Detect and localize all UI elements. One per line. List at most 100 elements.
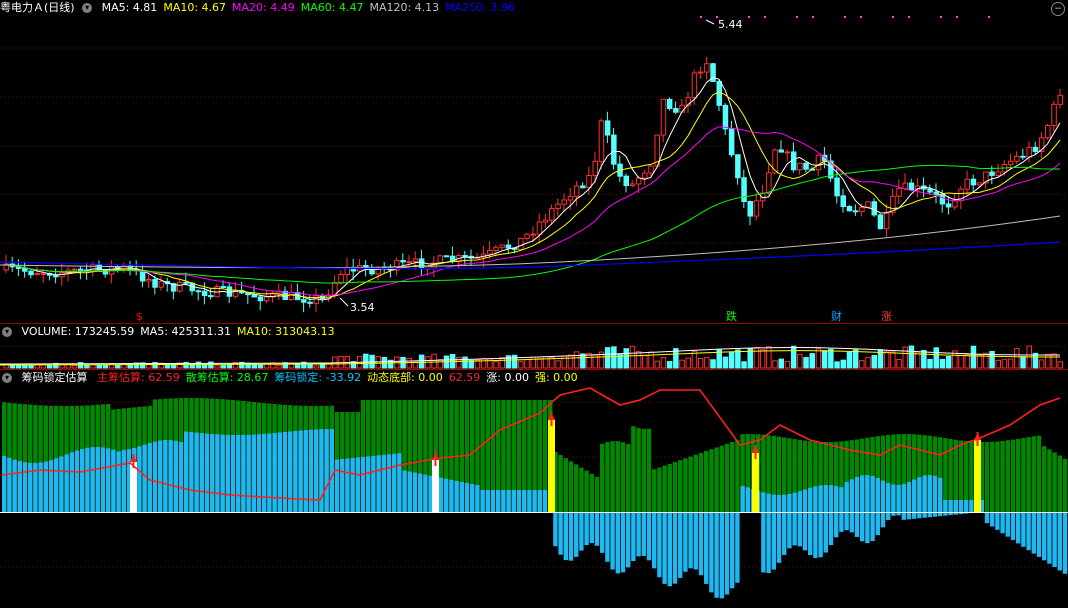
indicator-negative-bar bbox=[688, 513, 693, 569]
indicator-blue-bar bbox=[745, 487, 750, 512]
candle-body bbox=[561, 199, 567, 205]
volume-header: ▾ VOLUME: 173245.59 MA5: 425311.31 MA10: 3… bbox=[0, 324, 347, 340]
indicator-blue-bar bbox=[511, 490, 516, 512]
indicator-blue-bar bbox=[85, 447, 90, 512]
candle-body bbox=[226, 286, 233, 297]
indicator-settings-icon[interactable]: ▾ bbox=[2, 373, 12, 383]
candle-body bbox=[263, 296, 270, 302]
candle-body bbox=[1051, 103, 1057, 126]
indicator-blue-bar bbox=[948, 500, 953, 512]
volume-bar bbox=[697, 357, 704, 369]
indicator-blue-bar bbox=[459, 481, 464, 512]
volume-bar bbox=[679, 359, 685, 369]
candle-body bbox=[592, 160, 598, 177]
top-marker-dot bbox=[892, 16, 894, 18]
volume-bar bbox=[1057, 361, 1063, 369]
volume-bar bbox=[945, 355, 952, 369]
volume-bar bbox=[660, 356, 667, 369]
volume-bar bbox=[611, 346, 617, 369]
volume-bar bbox=[201, 364, 208, 369]
ma250-line bbox=[0, 241, 1061, 270]
candle-body bbox=[995, 171, 1001, 176]
indicator-blue-bar bbox=[371, 455, 376, 512]
indicator-green-bar bbox=[724, 443, 730, 512]
volume-bar bbox=[22, 364, 28, 369]
volume-bar bbox=[902, 346, 908, 369]
indicator-blue-bar bbox=[173, 440, 178, 512]
volume-bar bbox=[883, 350, 890, 369]
indicator-negative-bar bbox=[787, 513, 792, 549]
volume-bar bbox=[666, 361, 673, 369]
indicator-negative-bar bbox=[636, 513, 641, 557]
candle-body bbox=[549, 208, 555, 221]
indicator-green-bar bbox=[714, 447, 719, 512]
candle-body bbox=[499, 244, 505, 248]
candle-body bbox=[257, 296, 264, 302]
candle-body bbox=[852, 210, 859, 213]
volume-bar bbox=[499, 356, 505, 369]
indicator-blue-bar bbox=[844, 481, 849, 512]
indicator-blue-bar bbox=[386, 454, 392, 512]
volume-bar bbox=[871, 355, 877, 369]
volume-bar bbox=[828, 348, 834, 369]
indicator-legend-item-2: 筹码锁定: -33.92 bbox=[274, 371, 362, 384]
indicator-negative-bar bbox=[797, 513, 802, 547]
candle-body bbox=[970, 178, 977, 186]
candle-body bbox=[1026, 146, 1032, 158]
indicator-negative-bar bbox=[594, 513, 600, 546]
indicator-blue-bar bbox=[199, 433, 204, 512]
volume-bar bbox=[691, 350, 698, 369]
indicator-negative-bar bbox=[1042, 513, 1047, 561]
candle-body bbox=[301, 299, 307, 303]
indicator-legend: 主筹估算: 62.59 散筹估算: 28.67 筹码锁定: -33.92 动态底部: … bbox=[97, 371, 584, 384]
indicator-blue-bar bbox=[251, 434, 256, 512]
indicator-green-bar bbox=[605, 442, 610, 512]
indicator-green-bar bbox=[1010, 439, 1016, 512]
candle-body bbox=[883, 211, 890, 230]
indicator-negative-bar bbox=[813, 513, 818, 559]
indicator-blue-bar bbox=[7, 457, 12, 512]
indicator-negative-bar bbox=[1000, 513, 1005, 534]
volume-bar bbox=[772, 360, 778, 369]
volume-bar bbox=[257, 364, 264, 369]
indicator-blue-bar bbox=[121, 449, 126, 512]
candle-body bbox=[735, 154, 741, 179]
indicator-blue-bar bbox=[407, 471, 412, 512]
chart-stage[interactable]: 粤电力Ａ(日线) ▾ MA5: 4.81 MA10: 4.67 MA20: 4.49… bbox=[0, 0, 1068, 608]
volume-bar bbox=[437, 359, 443, 369]
indicator-blue-bar bbox=[496, 490, 501, 512]
indicator-negative-bar bbox=[1031, 513, 1036, 554]
top-marker-dot bbox=[748, 16, 750, 18]
volume-settings-icon[interactable]: ▾ bbox=[2, 327, 12, 337]
volume-bar bbox=[71, 365, 78, 369]
volume-bar bbox=[28, 365, 34, 369]
indicator-negative-bar bbox=[698, 513, 704, 576]
low-pointer bbox=[339, 297, 349, 307]
volume-bar bbox=[896, 358, 902, 369]
volume-bar bbox=[803, 357, 809, 369]
candle-body bbox=[697, 71, 704, 74]
volume-bar bbox=[939, 358, 946, 369]
volume-bar bbox=[1045, 353, 1051, 369]
indicator-blue-bar bbox=[418, 473, 423, 512]
indicator-blue-bar bbox=[90, 447, 95, 512]
indicator-blue-bar bbox=[152, 441, 158, 512]
indicator-blue-bar bbox=[204, 433, 210, 512]
volume-bar bbox=[704, 357, 710, 369]
volume-bar bbox=[784, 360, 791, 369]
indicator-negative-bar bbox=[849, 513, 854, 533]
candle-body bbox=[933, 191, 939, 196]
candle-body bbox=[208, 295, 214, 298]
indicator-negative-bar bbox=[808, 513, 813, 556]
candle-body bbox=[34, 273, 40, 276]
indicator-negative-bar bbox=[771, 513, 776, 570]
volume-bar bbox=[555, 360, 561, 369]
indicator-blue-bar bbox=[59, 456, 64, 512]
chart-canvas: 5.44 3.54 $ 跌 财 涨 bbox=[0, 16, 1068, 599]
indicator-negative-bar bbox=[860, 513, 865, 542]
indicator-blue-bar bbox=[74, 450, 80, 512]
volume-bar bbox=[96, 365, 102, 369]
indicator-blue-bar bbox=[932, 475, 938, 512]
candle-body bbox=[53, 274, 59, 278]
volume-bar bbox=[890, 351, 896, 369]
